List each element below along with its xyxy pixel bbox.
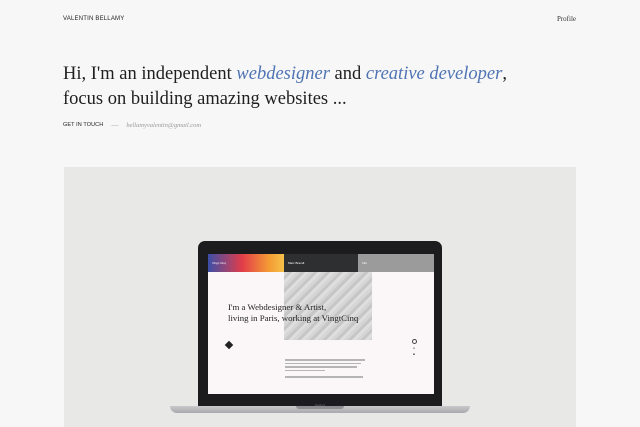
screen-heading-line-2: living in Paris, working at VingtCinq [228, 312, 359, 323]
laptop-mockup: Vingt Cinq Marc Brandt Info I'm a Webdes… [170, 241, 470, 413]
contact-row: GET IN TOUCH — bellamyvalentin@gmail.com [63, 121, 201, 129]
screen-tab-2: Marc Brandt [284, 254, 358, 272]
laptop-screen: Vingt Cinq Marc Brandt Info I'm a Webdes… [208, 254, 434, 394]
hero-heading: Hi, I'm an independent webdesigner and c… [63, 62, 543, 112]
hero-accent-creative-developer: creative developer [365, 64, 503, 84]
screen-text-line [285, 369, 325, 371]
email-link[interactable]: bellamyvalentin@gmail.com [126, 122, 201, 129]
screen-tab-3: Info [358, 254, 434, 272]
project-showcase[interactable]: Vingt Cinq Marc Brandt Info I'm a Webdes… [64, 167, 576, 427]
screen-body-text [285, 359, 365, 378]
hero-text-3: , [502, 64, 507, 84]
profile-link[interactable]: Profile [557, 15, 576, 23]
contact-separator: — [111, 121, 119, 129]
screen-nav: Vingt Cinq Marc Brandt Info [208, 254, 434, 272]
get-in-touch-link[interactable]: GET IN TOUCH [63, 122, 103, 128]
laptop-lid: Vingt Cinq Marc Brandt Info I'm a Webdes… [198, 241, 442, 406]
site-brand[interactable]: VALENTIN BELLAMY [63, 16, 124, 22]
hero-line-2: focus on building amazing websites ... [63, 89, 347, 109]
screen-text-line [285, 376, 363, 378]
laptop-brand-label: MacBook [314, 404, 326, 407]
screen-social-linkedin-icon: ■ [413, 352, 415, 356]
screen-text-line [285, 366, 357, 368]
screen-social-circle-icon [411, 339, 417, 344]
screen-diamond-icon [224, 340, 234, 350]
screen-social-icons: ● ■ [411, 339, 417, 356]
screen-text-line [285, 362, 361, 364]
hero-text-1: Hi, I'm an independent [63, 64, 237, 84]
hero-text-2: and [329, 64, 366, 84]
hero-accent-webdesigner: webdesigner [236, 64, 330, 84]
screen-text-line [285, 359, 365, 361]
screen-tab-1: Vingt Cinq [208, 254, 284, 272]
screen-heading: I'm a Webdesigner & Artist, living in Pa… [228, 302, 428, 323]
screen-heading-line-1: I'm a Webdesigner & Artist, [228, 302, 327, 312]
screen-social-twitter-icon: ● [413, 346, 415, 350]
